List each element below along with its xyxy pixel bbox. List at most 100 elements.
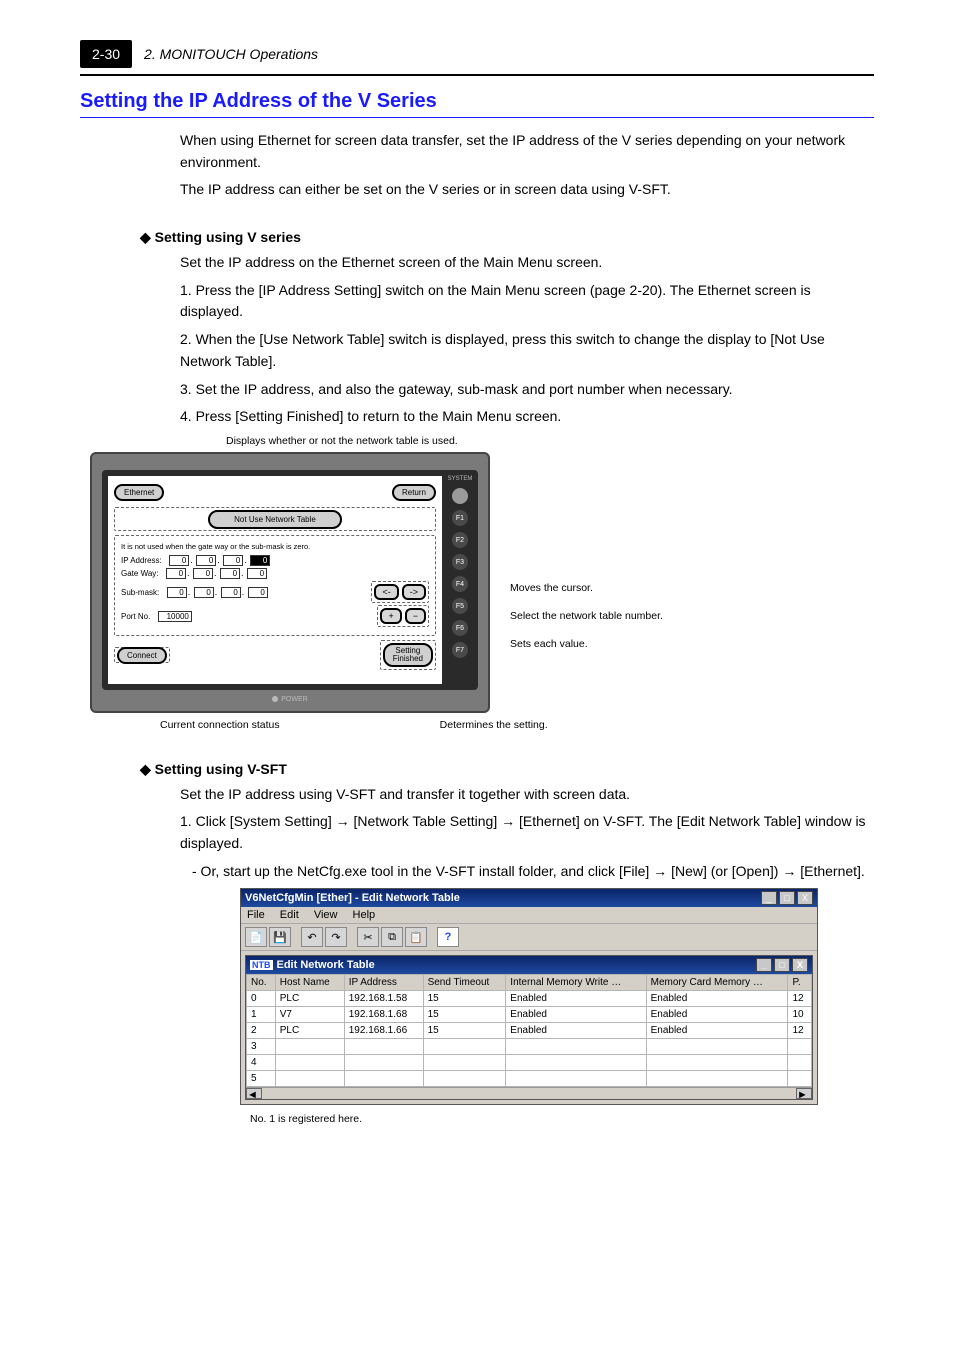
table-cell: Enabled [646,1007,788,1023]
table-cell: Enabled [506,1007,646,1023]
table-row[interactable]: 2PLC192.168.1.6615EnabledEnabled12 [247,1023,812,1039]
cursor-left-button[interactable]: <- [374,584,398,600]
table-cell [506,1055,646,1071]
table-row[interactable]: 3 [247,1039,812,1055]
table-row[interactable]: 5 [247,1071,812,1087]
ip-octet[interactable]: 0 [250,555,270,566]
col-ip[interactable]: IP Address [344,975,423,991]
callout: No. 1 is registered here. [250,1113,874,1125]
chapter-title: 2. MONITOUCH Operations [144,46,318,62]
subheading: Setting using V series [140,229,874,246]
callout: Current connection status [160,719,280,733]
f2-button[interactable]: F2 [452,532,468,548]
table-cell [344,1071,423,1087]
minus-button[interactable]: − [405,608,426,624]
arrow-icon: → [653,863,667,879]
minimize-button[interactable]: _ [756,958,772,972]
tool-button[interactable]: 📄 [245,927,267,947]
sm-octet[interactable]: 0 [221,587,241,598]
ip-octet[interactable]: 0 [223,555,243,566]
gw-octet[interactable]: 0 [247,568,267,579]
close-button[interactable]: X [797,891,813,905]
table-cell [788,1039,812,1055]
callout: Determines the setting. [440,719,548,733]
col-p[interactable]: P. [788,975,812,991]
cursor-right-button[interactable]: -> [402,584,426,600]
sm-octet[interactable]: 0 [167,587,187,598]
f5-button[interactable]: F5 [452,598,468,614]
step-text: [New] (or [Open]) [671,863,782,879]
body-text: The IP address can either be set on the … [80,179,874,201]
tool-button[interactable]: 💾 [269,927,291,947]
gw-octet[interactable]: 0 [166,568,186,579]
table-cell: 12 [788,991,812,1007]
setting-finished-button[interactable]: Setting Finished [383,643,433,667]
callout: Select the network table number. [510,610,670,622]
f3-button[interactable]: F3 [452,554,468,570]
not-use-network-table-button[interactable]: Not Use Network Table [208,510,342,529]
col-host[interactable]: Host Name [275,975,344,991]
app-window: V6NetCfgMin [Ether] - Edit Network Table… [240,888,818,1105]
maximize-button[interactable]: □ [774,958,790,972]
close-button[interactable]: X [792,958,808,972]
redo-button[interactable]: ↷ [325,927,347,947]
table-cell: 2 [247,1023,276,1039]
body-text: 3. Set the IP address, and also the gate… [80,379,874,401]
help-button[interactable]: ? [437,927,459,947]
sm-octet[interactable]: 0 [248,587,268,598]
scroll-right-button[interactable]: ► [796,1088,812,1099]
inner-window: NTBEdit Network Table _ □ X No. Host Nam… [245,955,813,1100]
scrollbar[interactable]: ◄ ► [246,1087,812,1099]
port-value[interactable]: 10000 [158,611,192,622]
subheading: Setting using V-SFT [140,761,874,778]
scroll-left-button[interactable]: ◄ [246,1088,262,1099]
table-cell [423,1039,506,1055]
gw-octet[interactable]: 0 [220,568,240,579]
menu-edit[interactable]: Edit [280,909,299,921]
ethernet-label: Ethernet [114,484,164,501]
ip-octet[interactable]: 0 [169,555,189,566]
table-cell: Enabled [506,1023,646,1039]
return-button[interactable]: Return [392,484,436,501]
table-row[interactable]: 0PLC192.168.1.5815EnabledEnabled12 [247,991,812,1007]
maximize-button[interactable]: □ [779,891,795,905]
table-cell: 192.168.1.58 [344,991,423,1007]
col-timeout[interactable]: Send Timeout [423,975,506,991]
copy-button[interactable]: ⧉ [381,927,403,947]
divider [80,117,874,118]
table-row[interactable]: 1V7192.168.1.6815EnabledEnabled10 [247,1007,812,1023]
gateway-label: Gate Way: [121,569,159,578]
table-cell: PLC [275,1023,344,1039]
plus-button[interactable]: + [380,608,401,624]
col-mc[interactable]: Memory Card Memory … [646,975,788,991]
ip-octet[interactable]: 0 [196,555,216,566]
submask-label: Sub-mask: [121,588,159,597]
f7-button[interactable]: F7 [452,642,468,658]
menu-view[interactable]: View [314,909,338,921]
menu-help[interactable]: Help [353,909,376,921]
f1-button[interactable]: F1 [452,510,468,526]
col-no[interactable]: No. [247,975,276,991]
cut-button[interactable]: ✂ [357,927,379,947]
undo-button[interactable]: ↶ [301,927,323,947]
body-text: - Or, start up the NetCfg.exe tool in th… [80,861,874,883]
gw-octet[interactable]: 0 [193,568,213,579]
minimize-button[interactable]: _ [761,891,777,905]
table-cell: 10 [788,1007,812,1023]
sm-octet[interactable]: 0 [194,587,214,598]
page-number-box: 2-30 [80,40,132,68]
table-cell: Enabled [646,991,788,1007]
body-text: When using Ethernet for screen data tran… [80,130,874,173]
body-text: 2. When the [Use Network Table] switch i… [80,329,874,372]
paste-button[interactable]: 📋 [405,927,427,947]
col-im[interactable]: Internal Memory Write … [506,975,646,991]
connect-button[interactable]: Connect [117,647,167,664]
f6-button[interactable]: F6 [452,620,468,636]
f4-button[interactable]: F4 [452,576,468,592]
step-text: [Network Table Setting] [354,813,502,829]
table-row[interactable]: 4 [247,1055,812,1071]
table-cell: Enabled [646,1023,788,1039]
table-cell [423,1055,506,1071]
menu-file[interactable]: File [247,909,265,921]
system-button[interactable] [452,488,468,504]
